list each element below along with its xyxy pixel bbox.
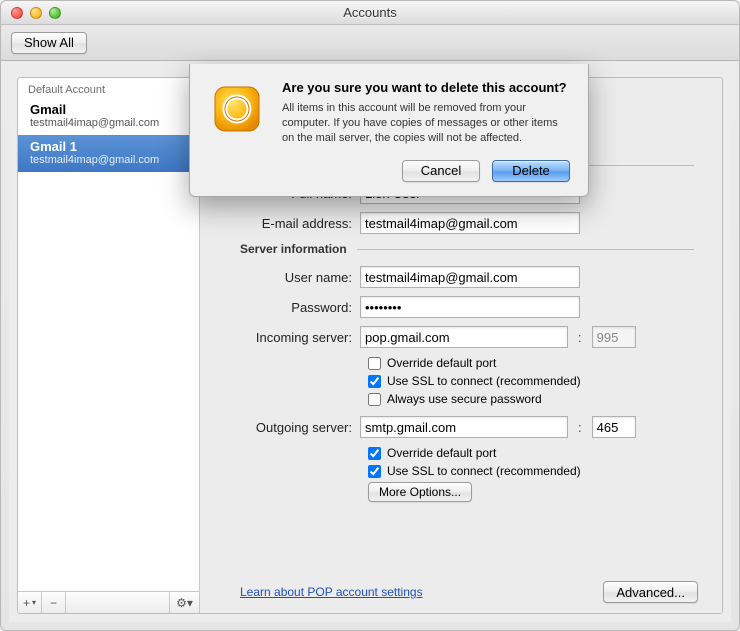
add-account-button[interactable]: +▾ bbox=[18, 592, 42, 614]
account-name: Gmail bbox=[30, 102, 187, 117]
dialog-message: All items in this account will be remove… bbox=[282, 101, 570, 146]
username-input[interactable] bbox=[360, 266, 580, 288]
close-window-button[interactable] bbox=[11, 7, 23, 19]
incoming-server-input[interactable] bbox=[360, 326, 568, 348]
in-override-checkbox[interactable] bbox=[368, 357, 381, 370]
window-title: Accounts bbox=[1, 5, 739, 20]
toolbar: Show All bbox=[1, 25, 739, 61]
port-separator: : bbox=[574, 420, 586, 435]
in-ssl-checkbox[interactable] bbox=[368, 375, 381, 388]
out-override-row: Override default port bbox=[368, 446, 722, 460]
incoming-port-input[interactable] bbox=[592, 326, 636, 348]
sidebar: Default Account Gmail testmail4imap@gmai… bbox=[18, 78, 200, 613]
username-label: User name: bbox=[200, 270, 360, 285]
out-override-checkbox[interactable] bbox=[368, 447, 381, 460]
sidebar-footer: +▾ − ⚙▾ bbox=[18, 591, 199, 613]
email-input[interactable] bbox=[360, 212, 580, 234]
plus-icon: + bbox=[23, 596, 30, 610]
in-ssl-label: Use SSL to connect (recommended) bbox=[387, 374, 581, 388]
email-label: E-mail address: bbox=[200, 216, 360, 231]
account-email: testmail4imap@gmail.com bbox=[30, 117, 187, 129]
in-override-label: Override default port bbox=[387, 356, 496, 370]
out-ssl-checkbox[interactable] bbox=[368, 465, 381, 478]
zoom-window-button[interactable] bbox=[49, 7, 61, 19]
in-ssl-row: Use SSL to connect (recommended) bbox=[368, 374, 722, 388]
in-secure-label: Always use secure password bbox=[387, 392, 542, 406]
minus-icon: − bbox=[50, 596, 57, 610]
server-section-label: Server information bbox=[200, 242, 357, 256]
confirm-delete-dialog: Are you sure you want to delete this acc… bbox=[189, 64, 589, 197]
in-secure-row: Always use secure password bbox=[368, 392, 722, 406]
delete-button[interactable]: Delete bbox=[492, 160, 570, 182]
incoming-label: Incoming server: bbox=[200, 330, 360, 345]
out-ssl-row: Use SSL to connect (recommended) bbox=[368, 464, 722, 478]
account-list: Default Account Gmail testmail4imap@gmai… bbox=[18, 78, 199, 591]
remove-account-button[interactable]: − bbox=[42, 592, 66, 614]
account-actions-button[interactable]: ⚙▾ bbox=[169, 592, 199, 614]
window-controls bbox=[1, 7, 61, 19]
account-row[interactable]: Gmail 1 testmail4imap@gmail.com bbox=[18, 135, 199, 172]
outlook-icon bbox=[208, 80, 266, 138]
outgoing-label: Outgoing server: bbox=[200, 420, 360, 435]
dialog-heading: Are you sure you want to delete this acc… bbox=[282, 80, 570, 95]
cancel-button[interactable]: Cancel bbox=[402, 160, 480, 182]
account-row[interactable]: Gmail testmail4imap@gmail.com bbox=[18, 98, 199, 135]
minimize-window-button[interactable] bbox=[30, 7, 42, 19]
gear-icon: ⚙▾ bbox=[176, 596, 193, 610]
password-input[interactable] bbox=[360, 296, 580, 318]
accounts-window: Accounts Show All Default Account Gmail … bbox=[0, 0, 740, 631]
more-options-row: More Options... bbox=[368, 482, 722, 502]
in-override-row: Override default port bbox=[368, 356, 722, 370]
titlebar: Accounts bbox=[1, 1, 739, 25]
more-options-button[interactable]: More Options... bbox=[368, 482, 472, 502]
show-all-button[interactable]: Show All bbox=[11, 32, 87, 54]
bottom-row: Learn about POP account settings Advance… bbox=[240, 581, 698, 603]
out-override-label: Override default port bbox=[387, 446, 496, 460]
learn-link[interactable]: Learn about POP account settings bbox=[240, 585, 423, 599]
divider bbox=[357, 249, 694, 250]
account-name: Gmail 1 bbox=[30, 139, 187, 154]
outgoing-port-input[interactable] bbox=[592, 416, 636, 438]
in-secure-checkbox[interactable] bbox=[368, 393, 381, 406]
port-separator: : bbox=[574, 330, 586, 345]
outgoing-server-input[interactable] bbox=[360, 416, 568, 438]
sidebar-header: Default Account bbox=[18, 78, 199, 98]
account-email: testmail4imap@gmail.com bbox=[30, 154, 187, 166]
dialog-text: Are you sure you want to delete this acc… bbox=[282, 80, 570, 146]
advanced-button[interactable]: Advanced... bbox=[603, 581, 698, 603]
dialog-buttons: Cancel Delete bbox=[208, 160, 570, 182]
out-ssl-label: Use SSL to connect (recommended) bbox=[387, 464, 581, 478]
password-label: Password: bbox=[200, 300, 360, 315]
